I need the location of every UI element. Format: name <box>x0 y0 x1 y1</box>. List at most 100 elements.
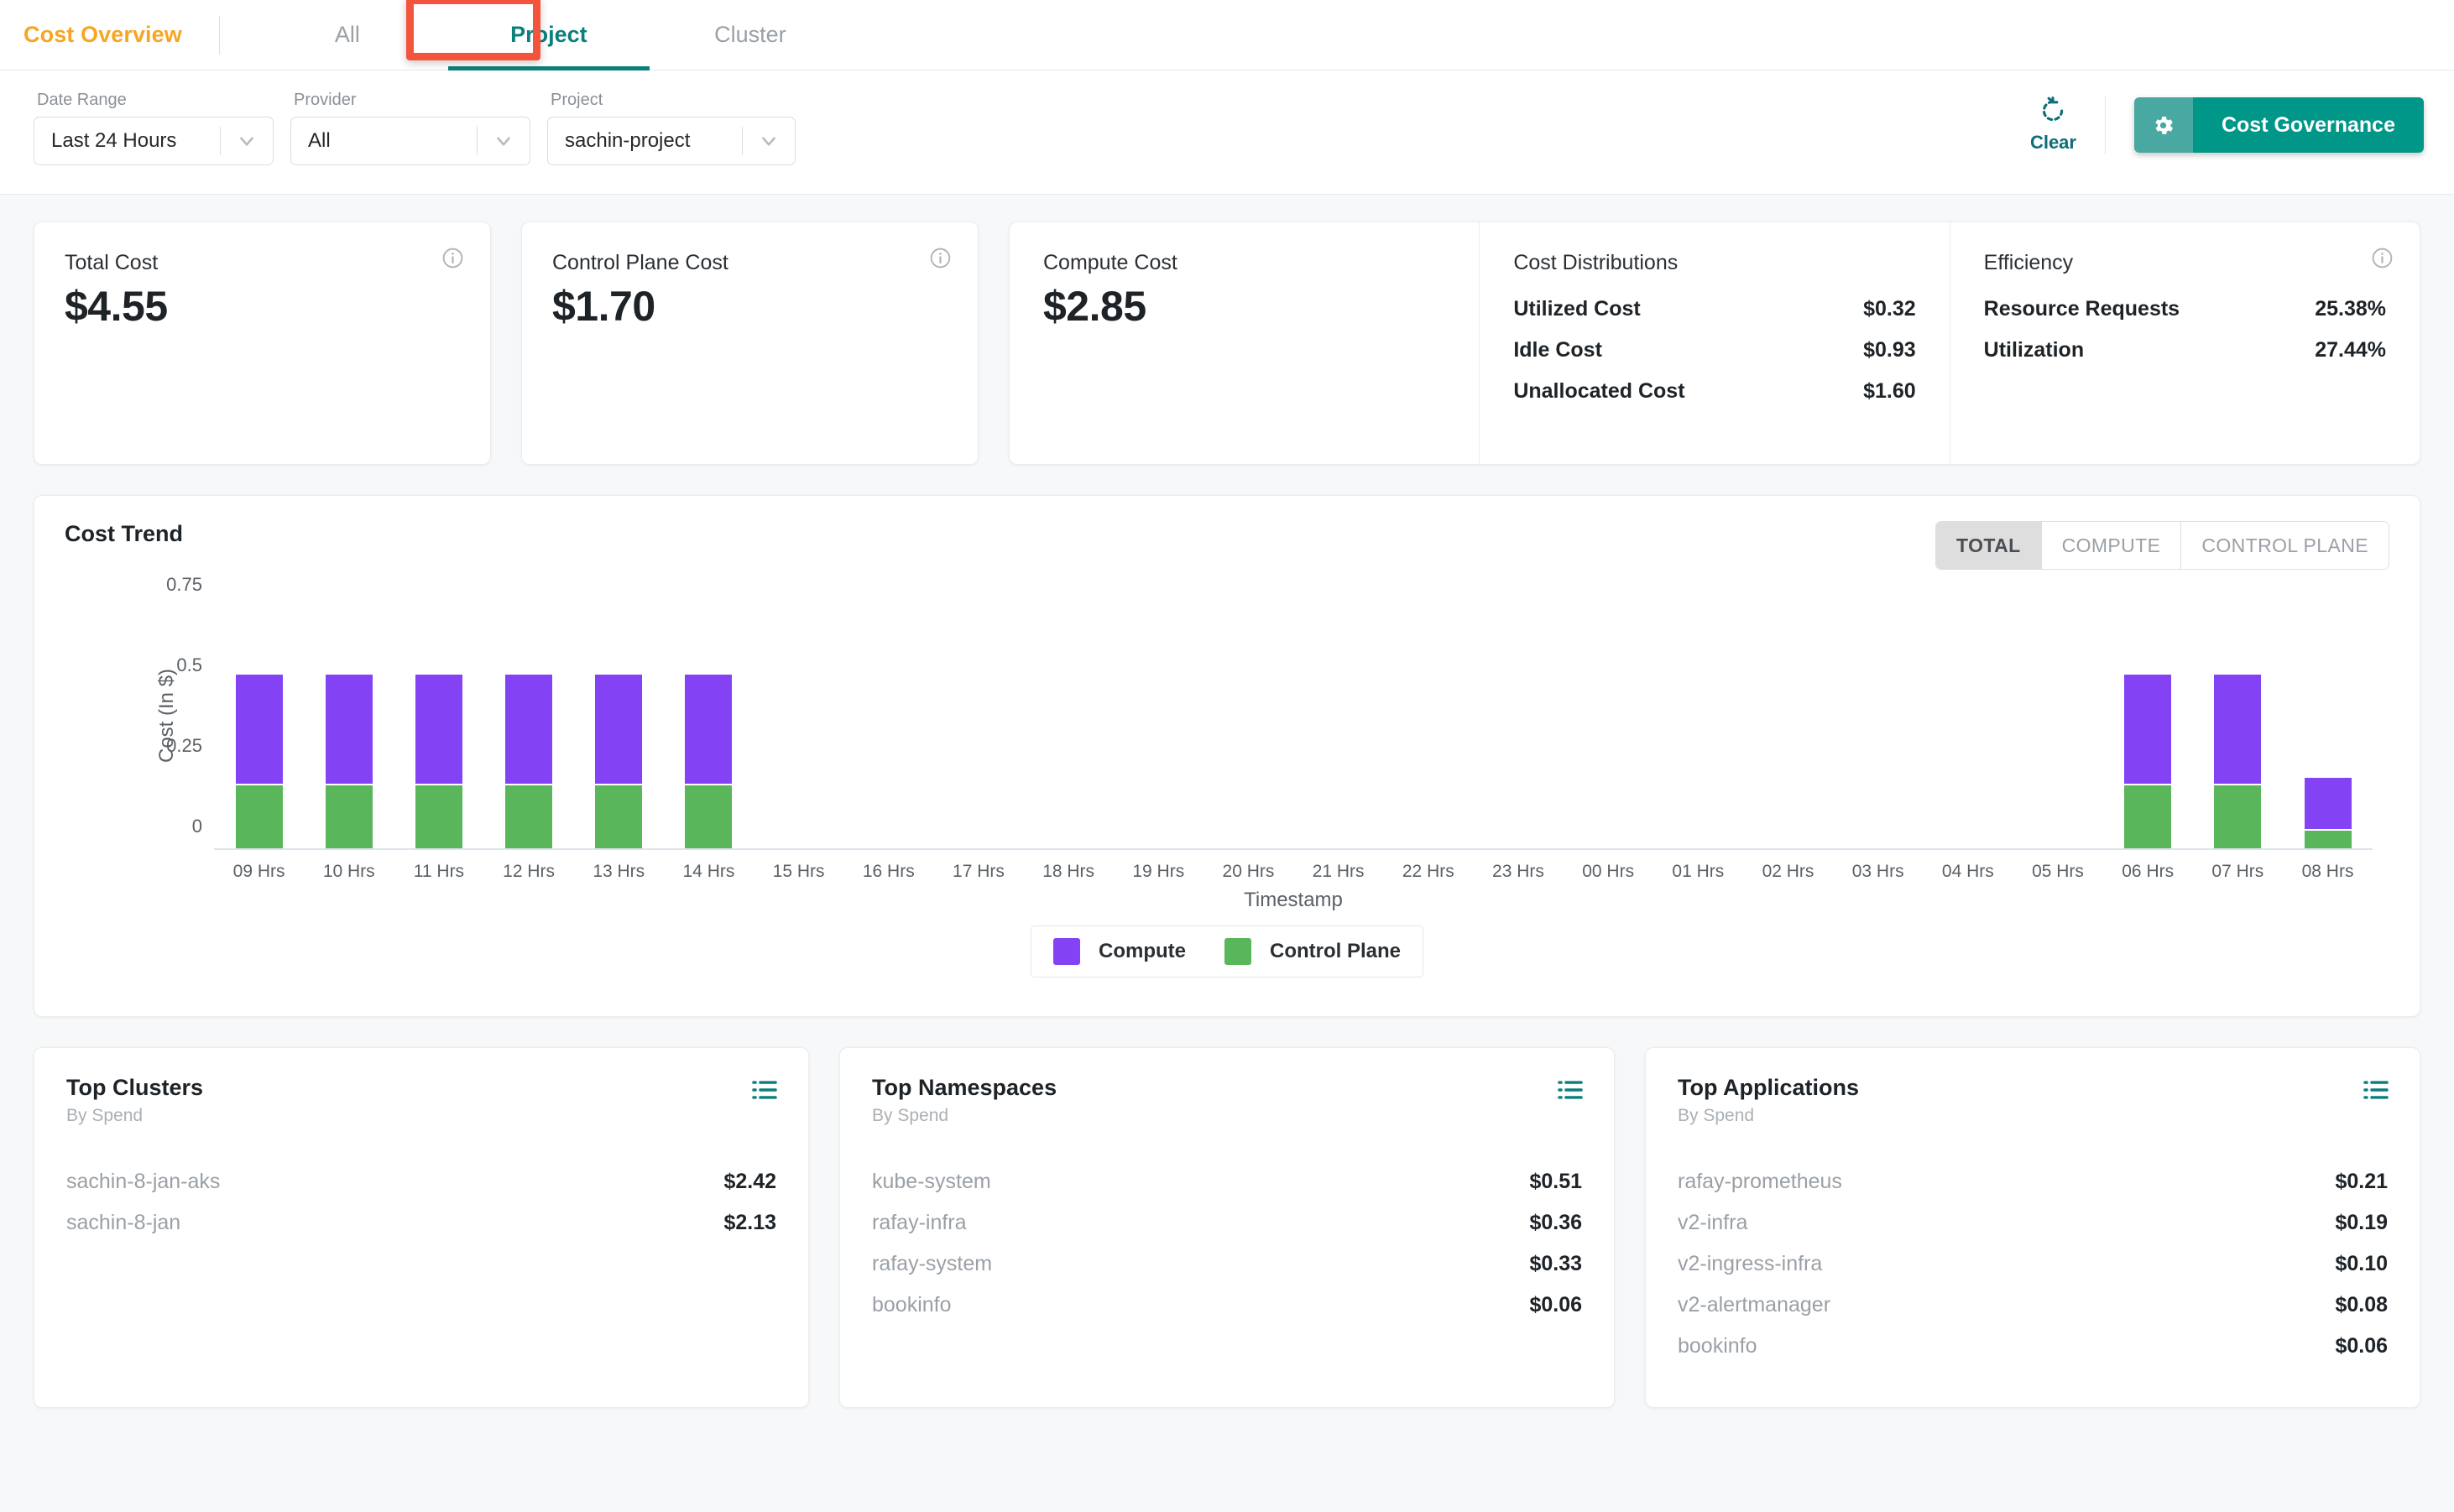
chart-bar-slot[interactable]: 15 Hrs <box>754 607 843 881</box>
chart-bar-slot[interactable]: 06 Hrs <box>2103 607 2193 881</box>
tab-all-label: All <box>334 22 360 47</box>
date-range-label: Date Range <box>37 91 127 109</box>
info-icon[interactable] <box>2370 246 2394 270</box>
chart-bar-slot[interactable]: 10 Hrs <box>304 607 394 881</box>
chart-bar-control-plane <box>325 784 373 848</box>
chart-bar-stack <box>505 607 553 848</box>
efficiency-title: Efficiency <box>1983 251 2074 274</box>
chart-bar-stack <box>1945 607 1992 848</box>
project-value: sachin-project <box>565 129 691 152</box>
top-clusters-panel: Top Clusters By Spend sachin-8-jan-aks $2… <box>34 1047 809 1408</box>
chevron-down-icon[interactable] <box>478 130 530 152</box>
toggle-total[interactable]: TOTAL <box>1936 522 2041 569</box>
chart-bar-slot[interactable]: 23 Hrs <box>1473 607 1563 881</box>
page-title: Cost Overview <box>23 22 182 47</box>
provider-select[interactable]: All <box>290 117 530 165</box>
tab-project[interactable]: Project <box>447 0 650 70</box>
clear-button[interactable]: Clear <box>2002 96 2105 154</box>
chart-y-tick: 0 <box>191 816 202 837</box>
kpi-row: Total Cost $4.55 Control Plane Cost $1.7… <box>34 222 2420 465</box>
chart-x-axis-label: Timestamp <box>1244 889 1343 911</box>
list-item[interactable]: rafay-system $0.33 <box>872 1243 1582 1285</box>
list-item[interactable]: bookinfo $0.06 <box>1678 1326 2388 1367</box>
list-item[interactable]: v2-infra $0.19 <box>1678 1202 2388 1243</box>
list-item[interactable]: bookinfo $0.06 <box>872 1285 1582 1326</box>
list-item-value: $0.08 <box>2335 1293 2388 1316</box>
top-tab-bar: Cost Overview All Project Cluster <box>0 0 2454 70</box>
chart-bar-slot[interactable]: 00 Hrs <box>1564 607 1653 881</box>
chart-bar-slot[interactable]: 13 Hrs <box>574 607 664 881</box>
list-item[interactable]: kube-system $0.51 <box>872 1161 1582 1202</box>
list-item[interactable]: rafay-prometheus $0.21 <box>1678 1161 2388 1202</box>
info-icon[interactable] <box>441 246 465 270</box>
filter-actions: Clear Cost Governance <box>2002 91 2424 154</box>
chart-bar-stack <box>2124 607 2172 848</box>
list-item[interactable]: v2-ingress-infra $0.10 <box>1678 1243 2388 1285</box>
chart-bar-slot[interactable]: 11 Hrs <box>394 607 483 881</box>
project-select[interactable]: sachin-project <box>547 117 796 165</box>
unallocated-cost-label: Unallocated Cost <box>1513 379 1685 403</box>
table-row: Unallocated Cost $1.60 <box>1513 379 1915 404</box>
chart-x-tick: 09 Hrs <box>232 862 285 881</box>
toggle-total-label: TOTAL <box>1956 534 2021 556</box>
list-item[interactable]: v2-alertmanager $0.08 <box>1678 1285 2388 1326</box>
list-menu-icon[interactable] <box>751 1077 778 1108</box>
chart-bar-slot[interactable]: 18 Hrs <box>1024 607 1114 881</box>
cost-trend-chart: Cost (In $) 0 0.25 0.5 0.75 09 Hrs 10 Hrs 11 … <box>65 574 2389 978</box>
chart-bar-slot[interactable]: 03 Hrs <box>1833 607 1923 881</box>
chart-bar-slot[interactable]: 21 Hrs <box>1293 607 1383 881</box>
info-icon[interactable] <box>928 246 953 270</box>
chart-bar-slot[interactable]: 16 Hrs <box>843 607 933 881</box>
date-range-select[interactable]: Last 24 Hours <box>34 117 274 165</box>
control-plane-cost-card: Control Plane Cost $1.70 <box>521 222 979 465</box>
chart-bar-slot[interactable]: 09 Hrs <box>214 607 304 881</box>
chart-bar-control-plane <box>595 784 643 848</box>
top-applications-panel: Top Applications By Spend rafay-promethe… <box>1645 1047 2420 1408</box>
chart-bar-slot[interactable]: 08 Hrs <box>2283 607 2373 881</box>
cost-governance-button[interactable]: Cost Governance <box>2133 97 2424 153</box>
chart-x-tick: 03 Hrs <box>1851 862 1904 881</box>
tab-cluster[interactable]: Cluster <box>650 0 851 70</box>
list-item-name: v2-infra <box>1678 1211 1748 1234</box>
chart-bar-slot[interactable]: 12 Hrs <box>484 607 574 881</box>
toggle-control-plane[interactable]: CONTROL PLANE <box>2180 522 2389 569</box>
chart-legend-item[interactable]: Control Plane <box>1224 938 1401 965</box>
cost-trend-title: Cost Trend <box>65 521 184 546</box>
chevron-down-icon[interactable] <box>221 130 273 152</box>
chart-bar-compute <box>505 674 553 785</box>
list-item[interactable]: rafay-infra $0.36 <box>872 1202 1582 1243</box>
chart-bar-stack <box>415 607 462 848</box>
chevron-down-icon[interactable] <box>743 130 795 152</box>
utilized-cost-value: $0.32 <box>1863 297 1916 321</box>
chart-bar-stack <box>1585 607 1632 848</box>
chart-bar-stack <box>1765 607 1812 848</box>
list-item-name: v2-alertmanager <box>1678 1293 1831 1316</box>
list-menu-icon[interactable] <box>1557 1077 1584 1108</box>
chart-x-tick: 06 Hrs <box>2122 862 2175 881</box>
utilization-value: 27.44% <box>2315 338 2386 362</box>
list-item[interactable]: sachin-8-jan-aks $2.42 <box>66 1161 776 1202</box>
unallocated-cost-value: $1.60 <box>1863 379 1916 403</box>
tab-all[interactable]: All <box>247 0 448 70</box>
chart-legend-item[interactable]: Compute <box>1052 938 1186 965</box>
chart-bar-slot[interactable]: 05 Hrs <box>2013 607 2102 881</box>
chart-bar-slot[interactable]: 22 Hrs <box>1383 607 1473 881</box>
tab-list: All Project Cluster <box>247 0 851 70</box>
chart-bar-compute <box>2304 777 2352 829</box>
chart-x-tick: 23 Hrs <box>1492 862 1544 881</box>
list-menu-icon[interactable] <box>2363 1077 2389 1108</box>
chart-bar-slot[interactable]: 19 Hrs <box>1114 607 1204 881</box>
chart-bar-slot[interactable]: 20 Hrs <box>1204 607 1293 881</box>
chart-bar-slot[interactable]: 02 Hrs <box>1743 607 1833 881</box>
chart-x-tick: 07 Hrs <box>2211 862 2264 881</box>
chart-bar-slot[interactable]: 04 Hrs <box>1923 607 2013 881</box>
chart-bar-slot[interactable]: 14 Hrs <box>664 607 754 881</box>
chart-bar-slot[interactable]: 07 Hrs <box>2193 607 2283 881</box>
compute-cost-value: $2.85 <box>1043 283 1146 330</box>
dashboard-body: Total Cost $4.55 Control Plane Cost $1.7… <box>0 195 2454 1408</box>
chart-bar-slot[interactable]: 01 Hrs <box>1653 607 1743 881</box>
chart-bar-slot[interactable]: 17 Hrs <box>933 607 1023 881</box>
toggle-compute[interactable]: COMPUTE <box>2040 522 2181 569</box>
chart-x-tick: 10 Hrs <box>322 862 375 881</box>
list-item[interactable]: sachin-8-jan $2.13 <box>66 1202 776 1243</box>
